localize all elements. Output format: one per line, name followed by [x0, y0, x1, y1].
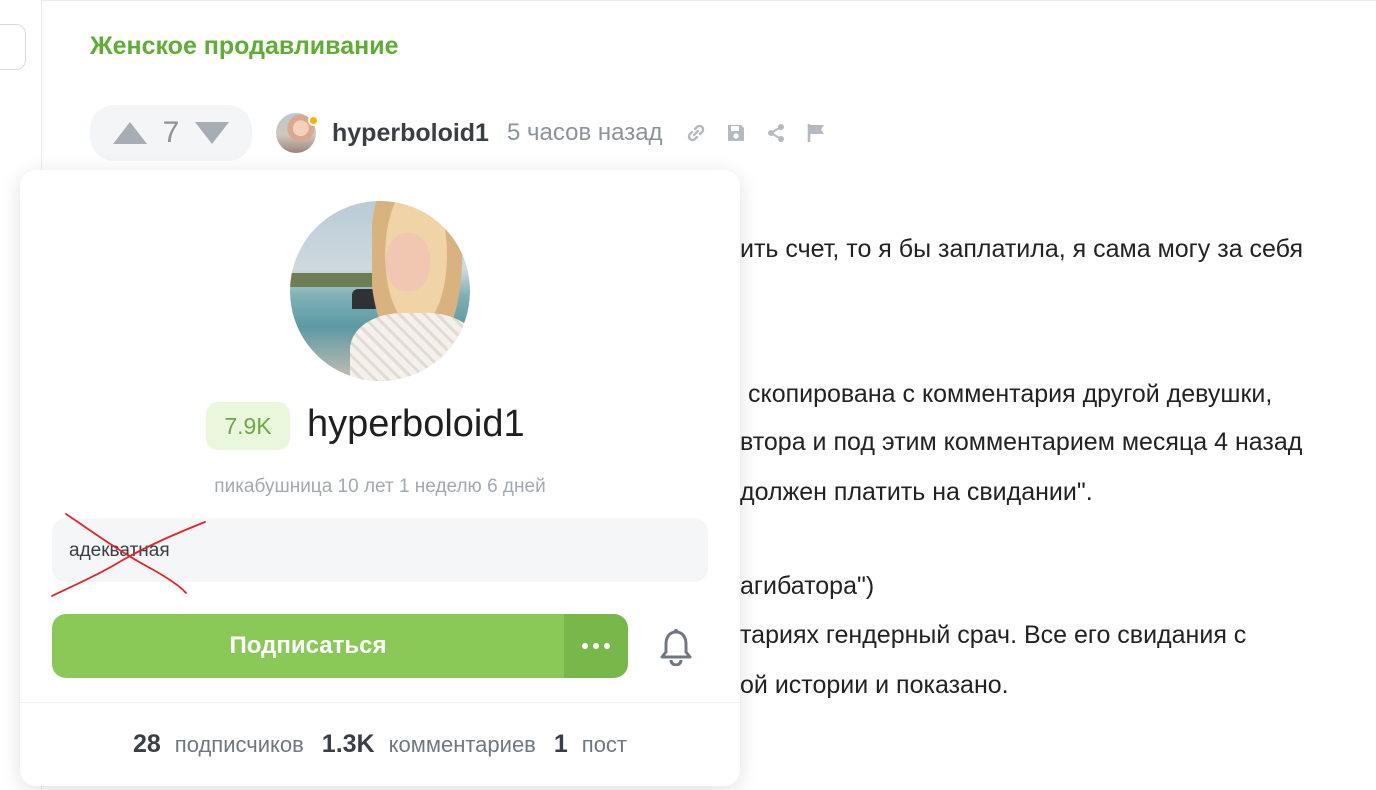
rail-tab[interactable] [0, 24, 26, 70]
post-time[interactable]: 5 часов назад [507, 119, 663, 147]
save-icon[interactable] [725, 122, 747, 144]
post-text-line: должен платить на свидании". [740, 478, 1093, 506]
comments-label[interactable]: комментариев [389, 732, 536, 758]
author-row: hyperboloid1 5 часов назад [276, 112, 827, 154]
post-text-line: скопирована с комментария другой девушки… [748, 380, 1273, 408]
author-name[interactable]: hyperboloid1 [332, 119, 489, 148]
red-scribble-annotation [51, 513, 206, 597]
profile-popup: 7.9K hyperboloid1 пикабушница 10 лет 1 н… [20, 170, 740, 786]
author-avatar[interactable] [276, 113, 319, 153]
post-actions [685, 122, 827, 144]
post-text-line: ой истории и показано. [740, 671, 1009, 699]
profile-name[interactable]: hyperboloid1 [307, 403, 525, 446]
arrow-down-icon[interactable] [195, 122, 229, 144]
subscribe-button[interactable]: Подписаться [52, 614, 564, 678]
posts-label[interactable]: пост [582, 732, 627, 758]
posts-count[interactable]: 1 [554, 730, 568, 759]
profile-rating-badge: 7.9K [206, 402, 290, 450]
bell-icon[interactable] [658, 628, 694, 666]
subscribers-label[interactable]: подписчиков [175, 732, 304, 758]
rating-value: 7 [162, 116, 180, 149]
profile-avatar[interactable] [290, 201, 470, 381]
arrow-up-icon[interactable] [113, 122, 147, 144]
profile-age: пикабушница 10 лет 1 неделю 6 дней [214, 476, 546, 497]
more-dots-icon[interactable] [564, 614, 628, 678]
page: Женское продавливание 7 hyperboloid1 5 ч… [0, 0, 1376, 790]
subscribers-count[interactable]: 28 [133, 730, 161, 759]
comments-count[interactable]: 1.3K [322, 730, 375, 759]
profile-stats: 28 подписчиков 1.3K комментариев 1 пост [20, 730, 740, 759]
subscribe-group: Подписаться [52, 614, 628, 678]
rating-control: 7 [90, 105, 252, 161]
post-text-line: ить счет, то я бы заплатила, я сама могу… [740, 235, 1303, 263]
link-icon[interactable] [685, 122, 707, 144]
popup-divider [20, 702, 740, 703]
flag-icon[interactable] [805, 122, 827, 144]
post-text-line: агибатора") [740, 572, 875, 600]
post-text-line: втора и под этим комментарием месяца 4 н… [740, 428, 1303, 456]
tag-title[interactable]: Женское продавливание [90, 32, 399, 61]
online-indicator [308, 115, 319, 126]
share-icon[interactable] [765, 122, 787, 144]
top-divider [42, 0, 1376, 1]
post-text-line: тариях гендерный срач. Все его свидания … [740, 621, 1247, 649]
